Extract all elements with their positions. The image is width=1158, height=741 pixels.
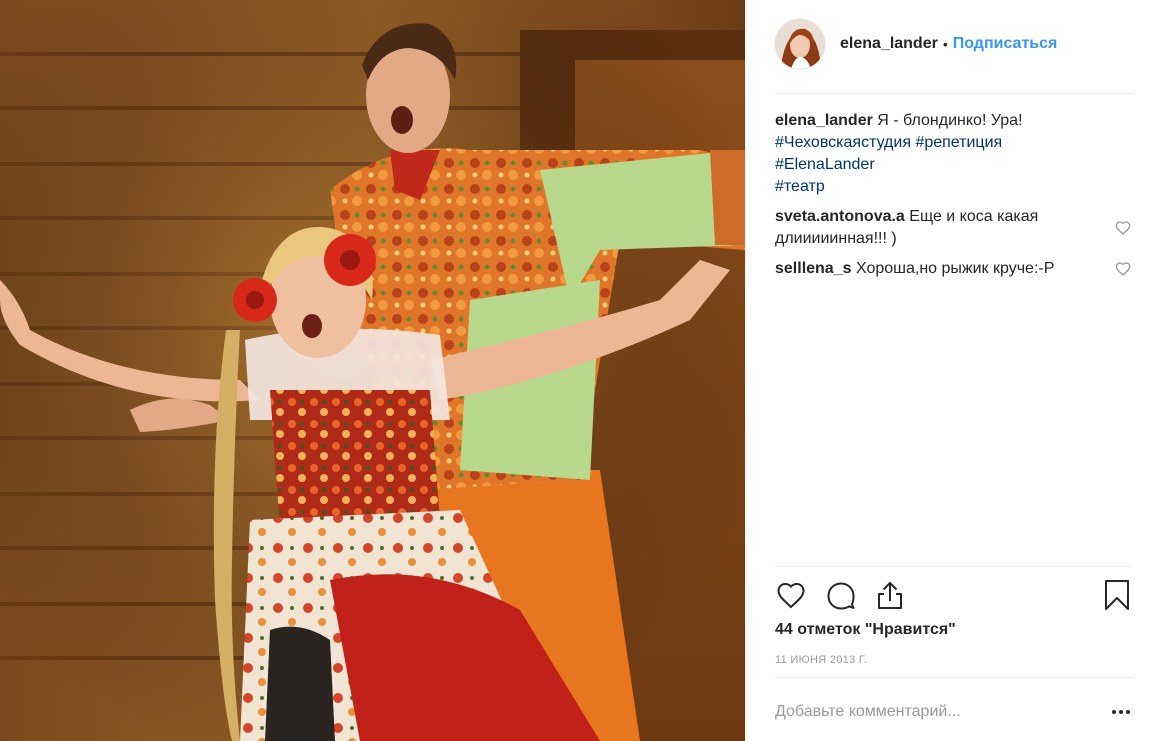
share-upload-icon[interactable] <box>874 577 906 613</box>
post-date: 11 ИЮНЯ 2013 Г. <box>775 654 868 666</box>
comment-text: Хороша,но рыжик круче:-P <box>855 260 1055 277</box>
follow-button[interactable]: Подписаться <box>953 35 1058 53</box>
header-separator: • <box>942 36 948 52</box>
comment-username[interactable]: selllena_s <box>775 260 852 277</box>
hashtag-link[interactable]: #театр <box>775 178 825 195</box>
caption: elena_lander Я - блондинко! Ура! #Чеховс… <box>775 110 1133 198</box>
post-image <box>0 0 745 741</box>
likes-count[interactable]: 44 отметок "Нравится" <box>775 621 956 639</box>
post-side-panel: elena_lander • Подписаться elena_lander … <box>745 0 1158 741</box>
avatar-image <box>775 19 825 69</box>
hashtag-link[interactable]: #репетиция <box>915 134 1002 151</box>
more-dots-glyph <box>1112 710 1130 714</box>
comment-item: sveta.antonova.a Еще и коса какая длииии… <box>775 206 1133 250</box>
comment-like-icon[interactable] <box>1115 261 1131 277</box>
more-dots-icon[interactable] <box>1109 700 1133 724</box>
bookmark-icon[interactable] <box>1101 577 1133 613</box>
comments-list: elena_lander Я - блондинко! Ура! #Чеховс… <box>775 110 1133 288</box>
add-comment-divider <box>775 677 1133 678</box>
actions-divider <box>775 566 1133 567</box>
add-comment-form <box>775 690 1133 734</box>
post-photo[interactable] <box>0 0 745 741</box>
instagram-post: elena_lander • Подписаться elena_lander … <box>0 0 1158 741</box>
post-header: elena_lander • Подписаться <box>775 18 1133 70</box>
caption-username[interactable]: elena_lander <box>775 112 873 129</box>
comment-input[interactable] <box>775 703 1109 721</box>
speech-bubble-icon[interactable] <box>825 577 857 613</box>
heart-outline-icon[interactable] <box>775 577 807 613</box>
action-bar <box>775 577 1133 613</box>
comment-like-icon[interactable] <box>1115 220 1131 236</box>
hashtag-link[interactable]: #Чеховскаястудия <box>775 134 911 151</box>
header-username[interactable]: elena_lander <box>840 35 938 53</box>
comment-username[interactable]: sveta.antonova.a <box>775 208 905 225</box>
hashtag-link[interactable]: #ElenaLander <box>775 156 875 173</box>
avatar[interactable] <box>775 19 825 69</box>
header-divider <box>775 93 1133 94</box>
caption-text: Я - блондинко! Ура! <box>877 112 1023 129</box>
comment-item: selllena_s Хороша,но рыжик круче:-P <box>775 258 1133 280</box>
